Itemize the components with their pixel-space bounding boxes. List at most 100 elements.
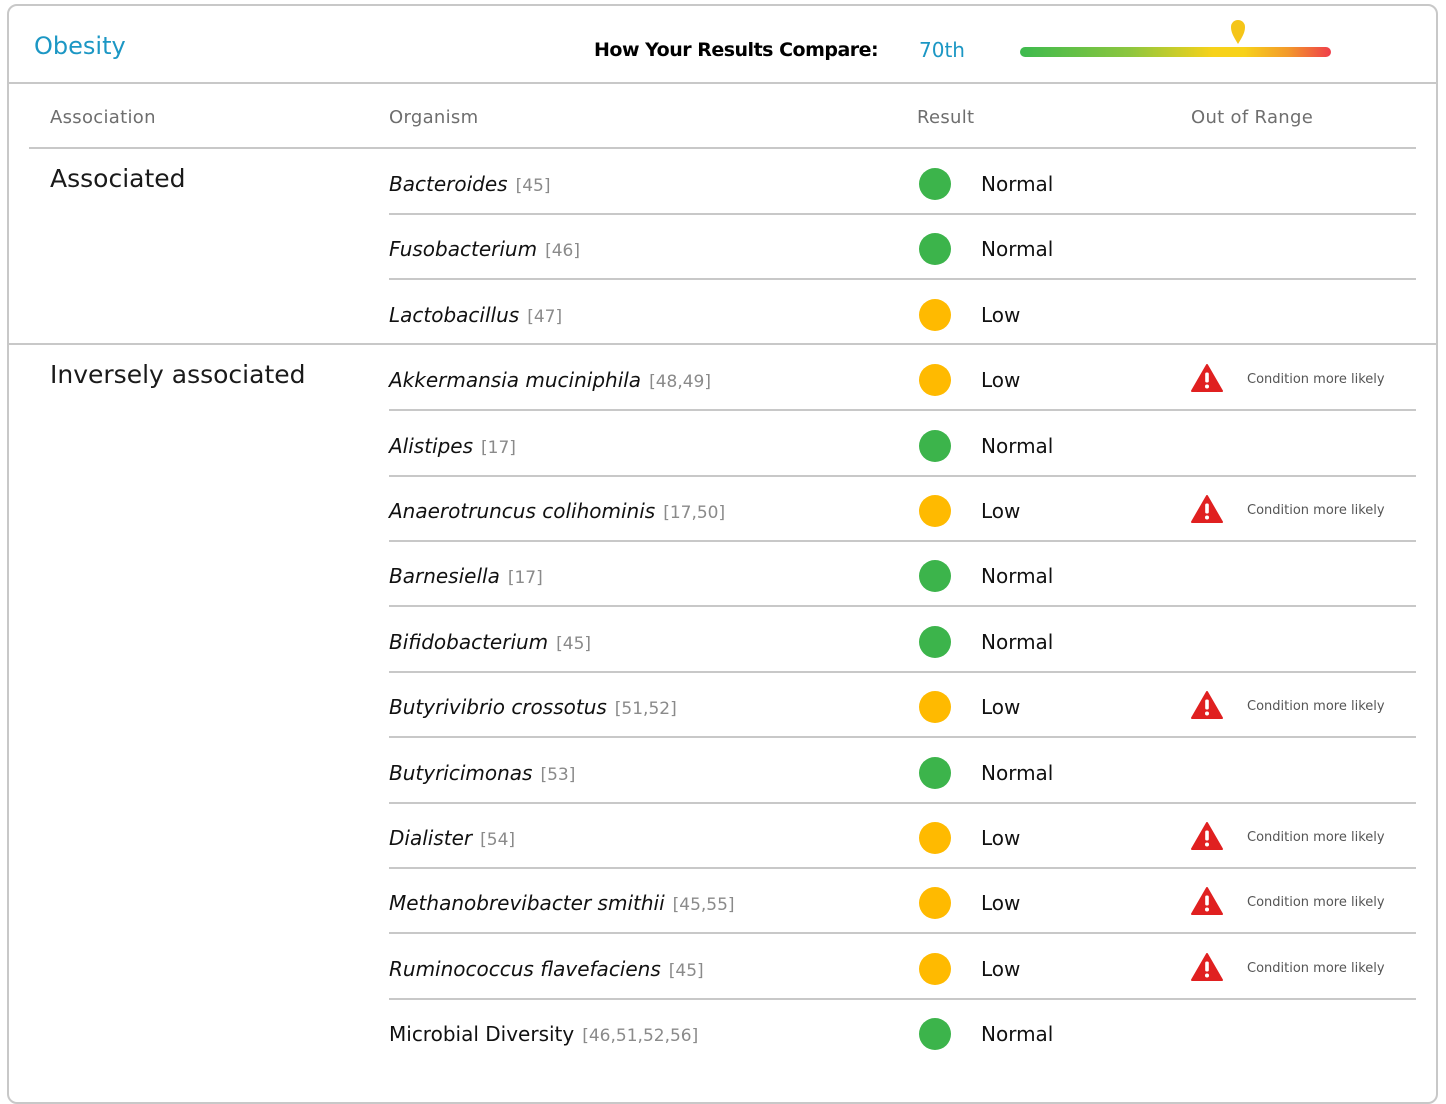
result-value: Normal	[981, 237, 1054, 262]
results-card: Obesity How Your Results Compare: 70th A…	[7, 4, 1438, 1104]
organism-cell: Anaerotruncus colihominis [17,50]	[389, 499, 725, 523]
table-row: Akkermansia muciniphila [48,49] Low Conditi…	[389, 346, 1416, 412]
table-row: Dialister [54] Low Condition more likely	[389, 804, 1416, 869]
organism-name: Dialister	[389, 826, 473, 850]
warning-triangle-icon	[1191, 364, 1223, 393]
organism-name: Butyricimonas	[389, 760, 533, 785]
organism-cell: Lactobacillus [47]	[389, 303, 562, 327]
status-dot-icon	[919, 691, 951, 724]
organism-name: Butyrivibrio crossotus	[389, 695, 607, 720]
organism-cell: Ruminococcus flavefaciens [45]	[389, 957, 704, 981]
status-dot-icon	[919, 625, 951, 658]
organism-name: Lactobacillus	[389, 302, 520, 327]
organism-name: Bifidobacterium	[389, 629, 549, 654]
organism-cell: Microbial Diversity [46,51,52,56]	[389, 1022, 698, 1046]
reference-link[interactable]: [45,55]	[673, 895, 735, 915]
reference-link[interactable]: [17]	[481, 438, 516, 458]
status-dot-icon	[919, 822, 951, 854]
warning-triangle-icon	[1191, 691, 1223, 720]
association-label: Inversely associated	[50, 360, 306, 389]
percentile-value: 70th	[919, 38, 965, 62]
organism-name: Akkermansia muciniphila	[389, 368, 642, 393]
card-header: Obesity How Your Results Compare: 70th	[9, 6, 1436, 84]
out-of-range-flag: Condition more likely	[1247, 960, 1385, 976]
organism-cell: Akkermansia muciniphila [48,49]	[389, 368, 711, 392]
result-value: Low	[981, 302, 1021, 327]
organism-cell: Methanobrevibacter smithii [45,55]	[389, 891, 735, 915]
organism-cell: Butyricimonas [53]	[389, 761, 575, 785]
organism-cell: Bacteroides [45]	[389, 172, 550, 196]
status-dot-icon	[919, 756, 951, 789]
reference-link[interactable]: [46]	[545, 241, 580, 261]
organism-cell: Dialister [54]	[389, 826, 515, 850]
reference-link[interactable]: [53]	[540, 765, 575, 785]
warning-triangle-icon	[1191, 887, 1223, 916]
table-row: Anaerotruncus colihominis [17,50] Low Condi…	[389, 477, 1416, 542]
organism-name: Microbial Diversity	[389, 1022, 575, 1047]
organism-cell: Alistipes [17]	[389, 434, 516, 458]
status-dot-icon	[919, 233, 951, 266]
organism-name: Methanobrevibacter smithii	[389, 891, 665, 916]
out-of-range-flag: Condition more likely	[1247, 830, 1385, 845]
status-dot-icon	[919, 1018, 951, 1051]
map-pin-icon	[1230, 20, 1245, 44]
table-row: Bifidobacterium [45] Normal	[389, 608, 1416, 673]
organism-cell: Bifidobacterium [45]	[389, 630, 591, 654]
status-dot-icon	[919, 887, 951, 920]
reference-link[interactable]: [51,52]	[615, 699, 677, 719]
table-row: Methanobrevibacter smithii [45,55] Low Cond…	[389, 869, 1416, 935]
table-row: Butyricimonas [53] Normal	[389, 739, 1416, 804]
compare-label: How Your Results Compare:	[594, 39, 879, 61]
column-header-out-of-range: Out of Range	[1191, 107, 1314, 128]
result-value: Low	[981, 891, 1021, 916]
header-divider	[29, 147, 1416, 149]
table-row: Microbial Diversity [46,51,52,56] Normal	[389, 1000, 1416, 1065]
result-value: Low	[981, 956, 1021, 981]
reference-link[interactable]: [46,51,52,56]	[582, 1026, 698, 1046]
result-value: Normal	[981, 172, 1054, 196]
reference-link[interactable]: [47]	[527, 307, 562, 327]
reference-link[interactable]: [17]	[508, 568, 543, 588]
out-of-range-flag: Condition more likely	[1247, 895, 1385, 911]
table-row: Bacteroides [45] Normal	[389, 150, 1416, 215]
table-row: Lactobacillus [47] Low	[389, 281, 1416, 346]
status-dot-icon	[919, 560, 951, 593]
organism-cell: Butyrivibrio crossotus [51,52]	[389, 695, 677, 719]
condition-title: Obesity	[34, 32, 126, 60]
result-value: Normal	[981, 1022, 1054, 1047]
table-row: Butyrivibrio crossotus [51,52] Low Conditio…	[389, 673, 1416, 739]
result-value: Normal	[981, 433, 1054, 458]
table-row: Alistipes [17] Normal	[389, 412, 1416, 477]
association-label: Associated	[50, 164, 186, 193]
out-of-range-flag: Condition more likely	[1247, 503, 1385, 518]
result-value: Normal	[981, 564, 1054, 589]
status-dot-icon	[919, 168, 951, 200]
status-dot-icon	[919, 495, 951, 527]
reference-link[interactable]: [45]	[516, 176, 551, 196]
reference-link[interactable]: [17,50]	[663, 503, 725, 523]
organism-name: Barnesiella	[389, 564, 500, 589]
status-dot-icon	[919, 364, 951, 397]
result-value: Low	[981, 695, 1021, 720]
status-dot-icon	[919, 429, 951, 462]
organism-name: Alistipes	[389, 433, 474, 458]
warning-triangle-icon	[1191, 952, 1223, 981]
organism-name: Bacteroides	[389, 172, 508, 196]
column-header-result: Result	[917, 107, 975, 128]
out-of-range-flag: Condition more likely	[1247, 372, 1385, 388]
status-dot-icon	[919, 298, 951, 331]
organism-cell: Fusobacterium [46]	[389, 237, 580, 261]
organism-cell: Barnesiella [17]	[389, 564, 543, 588]
table-row: Ruminococcus flavefaciens [45] Low Conditio…	[389, 935, 1416, 1000]
percentile-gradient-bar	[1020, 47, 1331, 57]
result-value: Low	[981, 368, 1021, 393]
result-value: Low	[981, 499, 1021, 523]
reference-link[interactable]: [45]	[556, 634, 591, 654]
organism-name: Ruminococcus flavefaciens	[389, 956, 661, 981]
reference-link[interactable]: [48,49]	[649, 372, 711, 392]
result-value: Low	[981, 826, 1021, 850]
reference-link[interactable]: [45]	[669, 961, 704, 981]
table-row: Fusobacterium [46] Normal	[389, 215, 1416, 281]
column-header-association: Association	[50, 107, 156, 128]
reference-link[interactable]: [54]	[480, 830, 515, 850]
